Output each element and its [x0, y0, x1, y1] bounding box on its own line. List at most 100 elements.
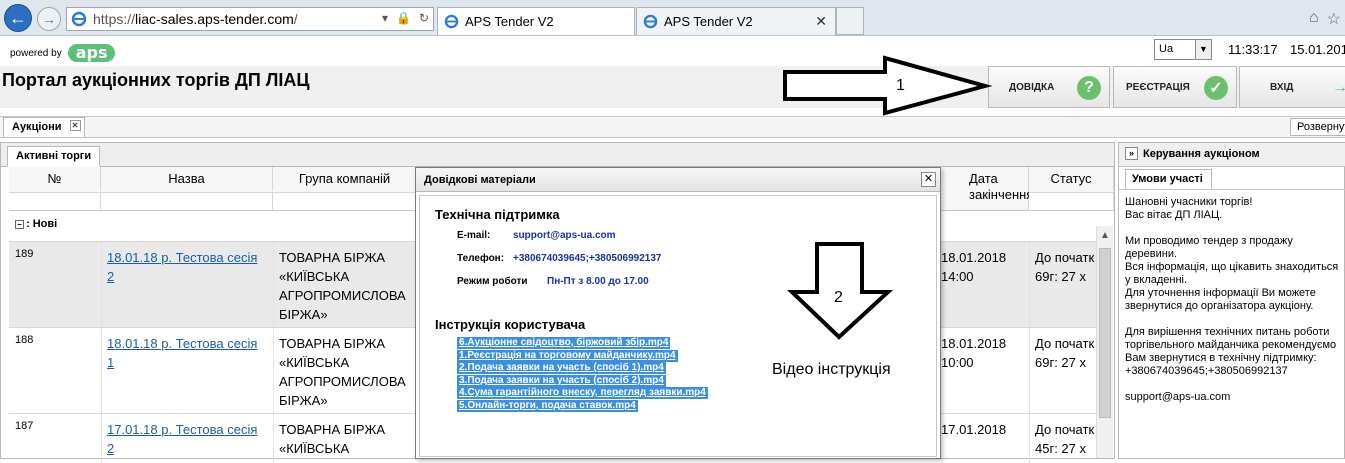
column-header-name[interactable]: Назва [101, 167, 273, 191]
participation-terms-text: Шановні учасники торгів! Вас вітає ДП ЛІ… [1119, 189, 1345, 460]
dialog-title: Довідкові матеріали [416, 168, 940, 192]
video-instruction-caption: Відео інструкція [772, 361, 891, 378]
status-line-2: 69г: 27 х [1035, 355, 1086, 370]
hours-label: Режим роботи [457, 276, 528, 287]
powered-by-text: powered by [10, 47, 62, 59]
ie-icon [643, 14, 658, 29]
filter-company[interactable] [273, 192, 417, 210]
double-chevron-right-icon[interactable]: » [1125, 147, 1138, 160]
column-header-number[interactable]: № [9, 167, 101, 191]
subtab-bar [1, 143, 1114, 167]
question-icon: ? [1077, 76, 1101, 100]
register-button-label: РЕЄСТРАЦІЯ [1126, 81, 1190, 93]
lock-icon[interactable]: 🔒 [396, 11, 411, 25]
email-label: E-mail: [457, 230, 491, 241]
page-title: Портал аукціонних торгів ДП ЛІАЦ [2, 70, 310, 90]
status-line-1: До початк [1035, 250, 1095, 265]
url-scheme: https:// [93, 11, 136, 27]
status-line-1: До початк [1035, 336, 1095, 351]
video-link[interactable]: 6.Аукціонне свідоцтво, біржовий збір.mp4 [457, 337, 671, 349]
column-header-end-date[interactable]: Дата закінчення [941, 167, 1033, 211]
video-link[interactable]: 3.Подача заявки на участь (спосіб 2).mp4 [457, 375, 666, 387]
check-icon: ✓ [1204, 76, 1228, 100]
register-button[interactable]: РЕЄСТРАЦІЯ ✓ [1113, 66, 1237, 108]
video-link[interactable]: 1.Реєстрація на торговому майданчику.mp4 [457, 350, 678, 362]
arrow-left-icon: ← [9, 7, 27, 28]
column-header-company[interactable]: Група компаній [273, 167, 417, 191]
help-button[interactable]: ДОВІДКА ? [988, 66, 1110, 108]
url-host: liac-sales.aps-tender.com [135, 11, 294, 27]
filter-name[interactable] [101, 192, 273, 210]
auction-control-panel: » Керування аукціоном Умови участі Шанов… [1118, 142, 1345, 459]
favorites-star-icon[interactable]: ☆ [1327, 9, 1341, 29]
status-line-2: 45г: 27 х [1035, 441, 1086, 456]
back-button[interactable]: ← [4, 4, 32, 32]
group-label: : Нові [26, 218, 58, 230]
browser-toolbar: ← → https://liac-sales.aps-tender.com / ▾… [0, 0, 1345, 36]
language-value: Ua [1159, 43, 1174, 55]
email-value[interactable]: support@aps-ua.com [513, 230, 616, 241]
address-bar[interactable]: https://liac-sales.aps-tender.com / ▾ 🔒 ↻ [66, 7, 434, 31]
company-name: ТОВАРНА БІРЖА «КИЇВСЬКА [279, 422, 386, 456]
filter-number[interactable] [9, 192, 101, 210]
current-date: 15.01.2018 [1290, 42, 1345, 57]
video-link[interactable]: 4.Сума гарантійного внеску, перегляд зая… [457, 387, 708, 399]
arrow-right-icon: → [42, 11, 56, 27]
browser-tab-1[interactable]: APS Tender V2 [437, 7, 635, 35]
row-number: 187 [15, 420, 34, 432]
phone-value: +380674039645;+380506992137 [513, 253, 662, 264]
tab-label: APS Tender V2 [664, 14, 753, 29]
collapse-icon[interactable]: − [15, 220, 24, 229]
tab-label: APS Tender V2 [465, 14, 554, 29]
tab-auctions-label: Аукціони [12, 121, 62, 133]
tab-active-auctions[interactable]: Активні торги [7, 146, 101, 167]
chevron-up-icon[interactable]: ▲ [1100, 230, 1110, 241]
end-date: 18.01.2018 10:00 [941, 336, 1007, 370]
company-name: ТОВАРНА БІРЖА «КИЇВСЬКА АГРОПРОМИСЛОВА Б… [279, 250, 406, 322]
home-icon[interactable]: ⌂ [1309, 9, 1319, 29]
end-date: 18.01.2018 14:00 [941, 250, 1007, 284]
video-link[interactable]: 5.Онлайн-торги, подача ставок.mp4 [457, 400, 638, 412]
browser-tab-2[interactable]: APS Tender V2 ✕ [636, 7, 836, 35]
filter-status[interactable] [1029, 192, 1114, 210]
tab-auctions[interactable]: Аукціони ✕ [3, 117, 85, 137]
scrollbar-thumb[interactable] [1099, 248, 1111, 418]
column-header-status[interactable]: Статус [1029, 167, 1114, 191]
help-button-label: ДОВІДКА [1009, 81, 1055, 93]
login-button[interactable]: ВХІД → [1239, 66, 1345, 108]
close-icon[interactable]: ✕ [815, 13, 827, 30]
aps-logo: aps [67, 44, 116, 62]
arrow-right-icon: → [1332, 79, 1345, 96]
panel-header: » Керування аукціоном [1119, 143, 1345, 167]
ie-icon [71, 11, 87, 27]
auction-link[interactable]: 17.01.18 р. Тестова сесія 2 [107, 420, 267, 458]
auction-link[interactable]: 18.01.18 р. Тестова сесія 1 [107, 334, 267, 372]
chevron-down-icon: ▼ [1195, 40, 1211, 59]
dropdown-icon[interactable]: ▾ [382, 11, 388, 25]
new-tab-button[interactable] [836, 7, 864, 35]
reference-materials-dialog: Довідкові матеріали ✕ Технічна підтримка… [415, 167, 941, 459]
auction-link[interactable]: 18.01.18 р. Тестова сесія 2 [107, 248, 267, 286]
close-icon[interactable]: ✕ [69, 120, 81, 131]
video-link[interactable]: 2.Подача заявки на участь (спосіб 1).mp4 [457, 362, 666, 374]
expand-button[interactable]: Розвернути [1290, 118, 1345, 136]
row-number: 188 [15, 334, 34, 346]
main-tab-bar [0, 116, 1345, 138]
clock-time: 11:33:17 [1228, 42, 1278, 57]
login-button-label: ВХІД [1270, 81, 1294, 93]
refresh-icon[interactable]: ↻ [419, 11, 429, 25]
tab-participation-terms[interactable]: Умови участі [1125, 169, 1212, 189]
phone-label: Телефон: [457, 253, 505, 264]
manual-heading: Інструкція користувача [435, 317, 586, 332]
close-icon[interactable]: ✕ [921, 172, 936, 187]
forward-button[interactable]: → [37, 7, 61, 31]
end-date: 17.01.2018 [941, 422, 1007, 437]
powered-by: powered by aps [10, 44, 116, 62]
grid-scrollbar[interactable]: ▲ [1096, 226, 1113, 458]
row-number: 189 [15, 248, 34, 260]
status-line-2: 69г: 27 х [1035, 269, 1086, 284]
annotation-label-2: 2 [834, 289, 843, 306]
language-select[interactable]: Ua ▼ [1154, 39, 1212, 60]
annotation-label-1: 1 [896, 77, 905, 94]
panel-title: Керування аукціоном [1143, 148, 1260, 160]
